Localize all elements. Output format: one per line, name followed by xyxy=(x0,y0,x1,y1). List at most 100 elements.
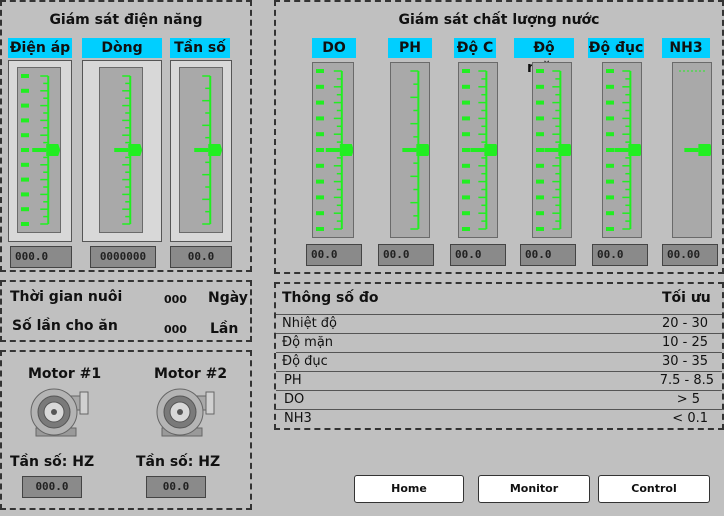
table-row: DO > 5 xyxy=(276,390,722,409)
do-scale xyxy=(316,69,353,231)
ph-scale xyxy=(402,70,429,230)
temp-label: Độ C xyxy=(454,38,496,58)
motor-2-name: Motor #2 xyxy=(154,366,228,382)
param-name: NH3 xyxy=(284,411,312,426)
param-name: PH xyxy=(284,373,302,388)
scale-label-mark xyxy=(21,133,29,138)
current-gauge xyxy=(99,67,143,233)
pointer-icon xyxy=(339,144,353,156)
scale-label-mark xyxy=(21,88,29,93)
scale-label-mark xyxy=(462,211,470,216)
frequency-readout: 00.0 xyxy=(170,246,232,268)
scale-label-mark xyxy=(462,116,470,121)
scale-label-mark xyxy=(606,100,614,105)
pointer-icon xyxy=(698,144,711,156)
nh3-gauge xyxy=(672,62,712,238)
scale-label-mark xyxy=(316,195,324,200)
motor-1-readout: 000.0 xyxy=(22,476,82,498)
voltage-gauge-frame xyxy=(8,60,72,242)
voltage-scale xyxy=(21,74,60,226)
pointer-bar xyxy=(470,148,485,152)
scale-label-mark xyxy=(536,195,544,200)
motor-2-icon xyxy=(156,388,215,437)
scale-label-mark xyxy=(316,100,324,105)
ph-readout: 00.0 xyxy=(378,244,434,266)
nh3-readout: 00.00 xyxy=(662,244,718,266)
pointer-bar xyxy=(325,148,340,152)
frequency-label: Tần số xyxy=(170,38,230,58)
temp-scale xyxy=(462,69,497,231)
rearing-time-unit: Ngày xyxy=(208,290,248,306)
pointer-icon xyxy=(128,144,142,156)
params-header-right: Tối ưu xyxy=(662,290,711,306)
voltage-label: Điện áp xyxy=(8,38,72,58)
do-label: DO xyxy=(312,38,356,58)
scale-label-mark xyxy=(462,100,470,105)
params-table: Thông số đo Tối ưu Nhiệt độ 20 - 30 Độ m… xyxy=(274,282,724,430)
pointer-bar xyxy=(402,148,417,152)
ph-label: PH xyxy=(388,38,432,58)
param-name: Độ đục xyxy=(282,354,328,369)
scale-label-mark xyxy=(536,211,544,216)
scale-label-mark xyxy=(462,163,470,168)
scale-label-mark xyxy=(316,227,324,231)
turbidity-scale xyxy=(606,69,641,231)
param-range: 20 - 30 xyxy=(661,316,708,331)
pointer-bar xyxy=(544,148,559,152)
scale-label-mark xyxy=(606,69,614,73)
motor-2-readout: 00.0 xyxy=(146,476,206,498)
table-row: Độ mặn 10 - 25 xyxy=(276,333,722,352)
current-scale xyxy=(114,75,142,225)
scale-label-mark xyxy=(606,148,614,152)
ph-gauge xyxy=(390,62,430,238)
temp-gauge xyxy=(458,62,498,238)
scale-label-mark xyxy=(536,116,544,121)
scale-label-mark xyxy=(536,227,544,231)
scale-label-mark xyxy=(606,163,614,168)
scale-label-mark xyxy=(606,227,614,231)
scale-label-mark xyxy=(606,179,614,184)
scale-label-mark xyxy=(21,192,29,197)
scale-label-mark xyxy=(536,84,544,89)
param-range: 30 - 35 xyxy=(661,354,708,369)
pointer-icon xyxy=(208,144,222,156)
scale-label-mark xyxy=(316,84,324,89)
feeding-count-unit: Lần xyxy=(210,321,239,337)
pointer-bar xyxy=(114,148,129,152)
control-button[interactable]: Control xyxy=(598,475,710,503)
param-name: Độ mặn xyxy=(282,335,334,350)
current-gauge-frame xyxy=(82,60,162,242)
param-name: Nhiệt độ xyxy=(282,316,338,331)
power-panel: Giám sát điện năng Điện áp Dòng điện Tần… xyxy=(0,0,252,272)
scale-label-mark xyxy=(536,179,544,184)
scale-label-mark xyxy=(21,177,29,182)
scale-label-mark xyxy=(606,116,614,121)
motor-2-freq-label: Tần số: HZ xyxy=(136,454,221,470)
scale-label-mark xyxy=(462,179,470,184)
scale-label-mark xyxy=(536,132,544,137)
pointer-icon xyxy=(558,144,571,156)
scale-label-mark xyxy=(462,148,470,152)
current-label: Dòng điện xyxy=(82,38,162,76)
motor-1-icon xyxy=(30,388,89,437)
scale-label-mark xyxy=(316,69,324,73)
feeding-count-label: Số lần cho ăn xyxy=(12,318,118,334)
turbidity-gauge xyxy=(602,62,642,238)
scale-label-mark xyxy=(606,132,614,137)
param-range: > 5 xyxy=(676,392,700,407)
feeding-count-value: 000 xyxy=(164,323,187,336)
scale-label-mark xyxy=(606,211,614,216)
scale-label-mark xyxy=(21,103,29,108)
power-panel-title: Giám sát điện năng xyxy=(49,12,203,28)
water-panel-title: Giám sát chất lượng nước xyxy=(398,12,600,28)
scale-label-mark xyxy=(316,163,324,168)
scale-label-mark xyxy=(462,227,470,231)
home-button[interactable]: Home xyxy=(354,475,464,503)
voltage-readout: 000.0 xyxy=(10,246,72,268)
pointer-icon xyxy=(46,144,60,156)
turbidity-label: Độ đục xyxy=(588,38,644,58)
table-row: PH 7.5 - 8.5 xyxy=(276,371,722,390)
param-range: 10 - 25 xyxy=(661,335,708,350)
voltage-gauge xyxy=(17,67,61,233)
monitor-button[interactable]: Monitor xyxy=(478,475,590,503)
